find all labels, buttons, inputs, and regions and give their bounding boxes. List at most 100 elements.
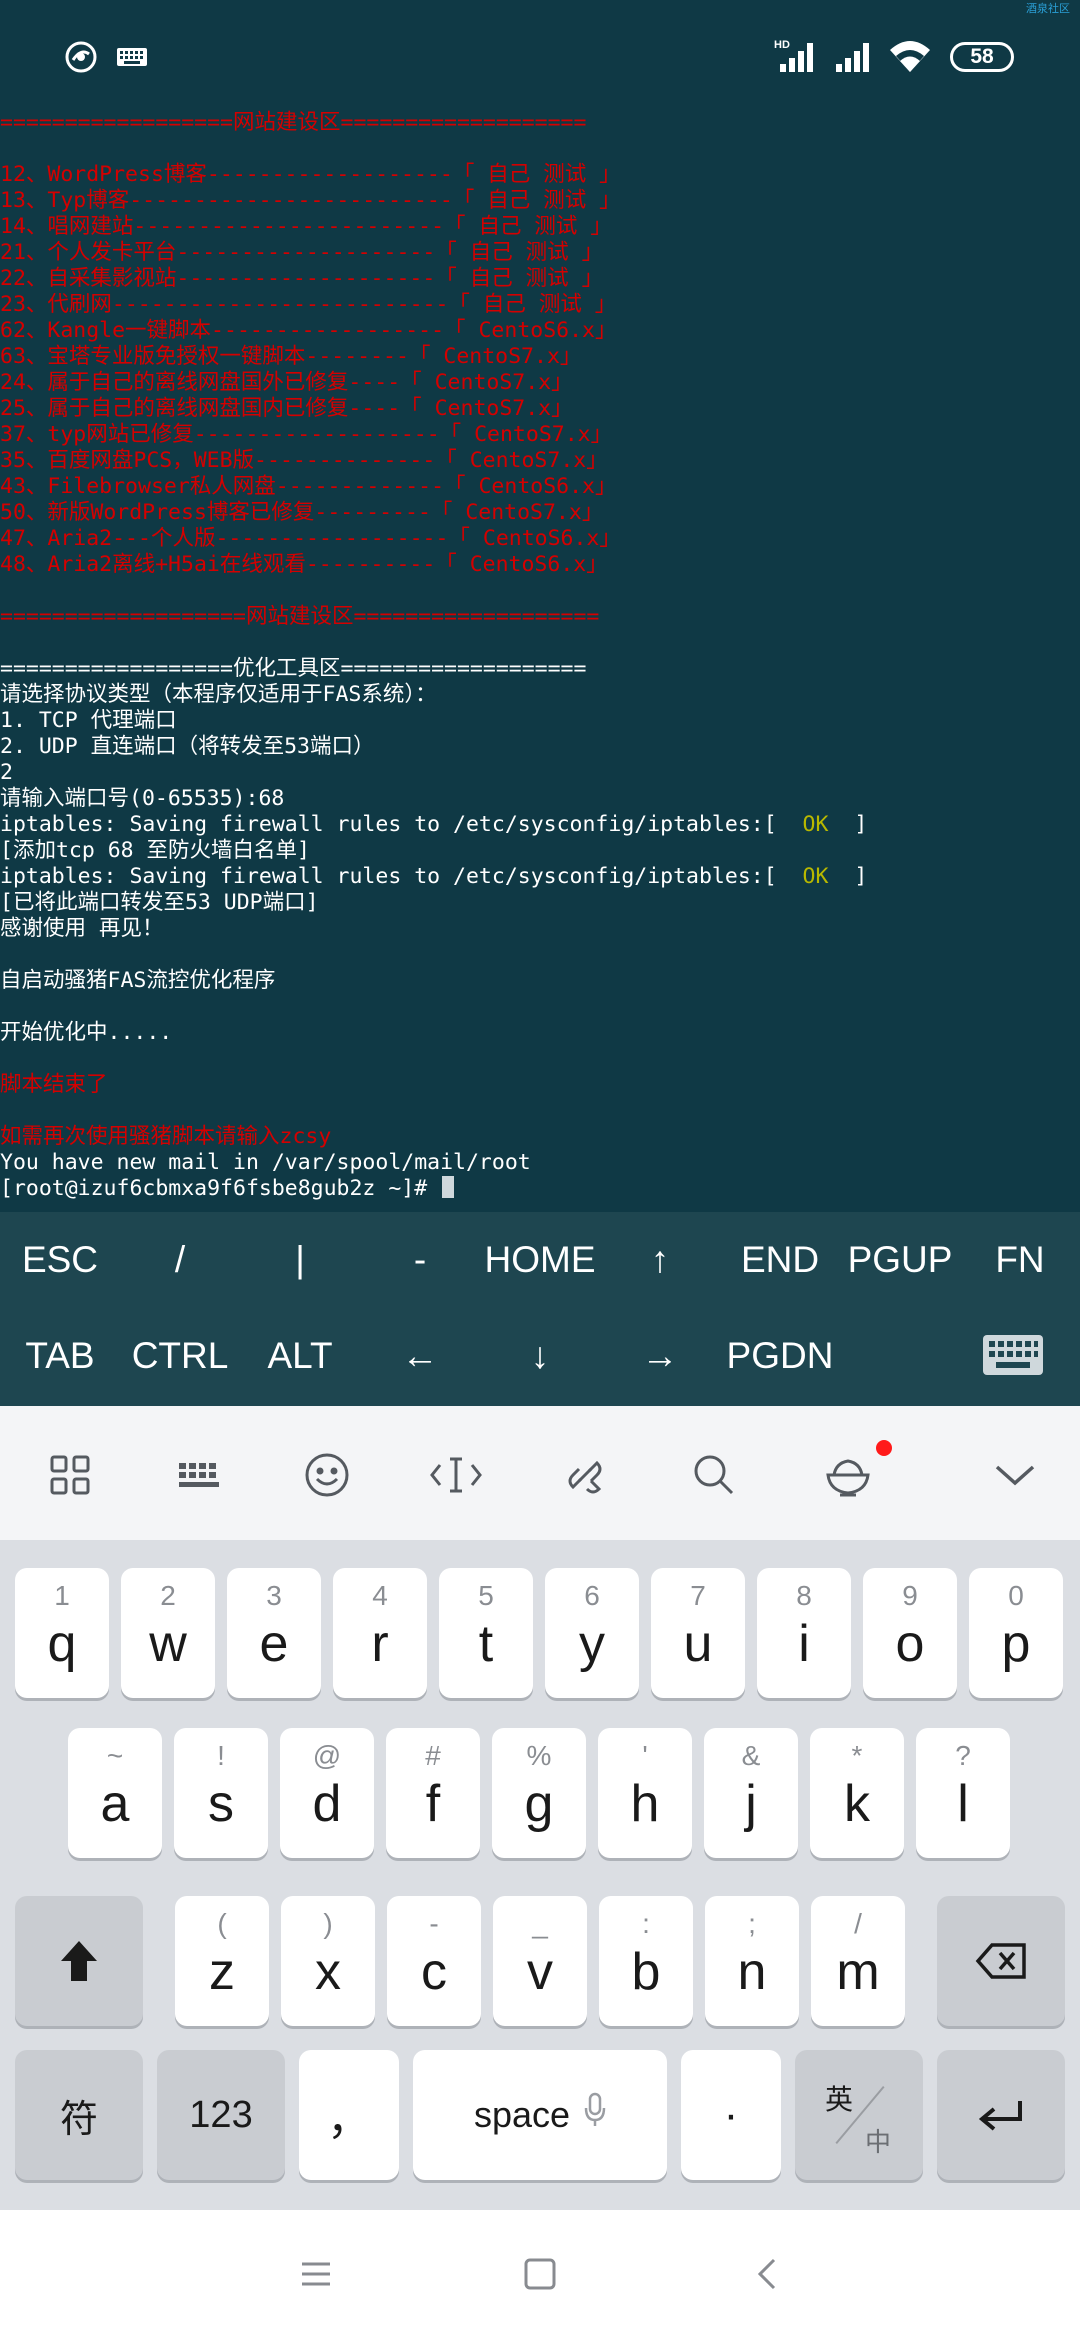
letter-key[interactable]: # f	[386, 1728, 480, 1858]
terminal-line-tail: ]	[828, 812, 868, 837]
grid-menu-icon[interactable]	[35, 1440, 105, 1510]
letter-key[interactable]: (z	[175, 1896, 269, 2026]
clipboard-link-icon[interactable]	[550, 1440, 620, 1510]
extra-key[interactable]: PGDN	[720, 1308, 840, 1404]
terminal-line-text: 2	[0, 760, 13, 785]
numbers-key[interactable]: 123	[157, 2050, 285, 2180]
letter-key[interactable]: ~ a	[68, 1728, 162, 1858]
key-letter: l	[957, 1775, 969, 1833]
rice-bowl-icon[interactable]	[813, 1440, 883, 1510]
letter-key[interactable]: ! s	[174, 1728, 268, 1858]
letter-key[interactable]: 0p	[969, 1568, 1063, 1698]
terminal-line: 63、宝塔专业版免授权一键脚本--------「 CentoS7.x」	[0, 344, 581, 370]
symbols-key[interactable]: 符	[15, 2050, 143, 2180]
terminal-line-text: 2. UDP 直连端口（将转发至53端口）	[0, 734, 375, 759]
letter-key[interactable]: * k	[810, 1728, 904, 1858]
extra-key[interactable]: ALT	[240, 1308, 360, 1404]
comma-key[interactable]: ，	[299, 2050, 399, 2180]
extra-key[interactable]: ←	[360, 1308, 480, 1404]
period-key[interactable]: ·	[681, 2050, 781, 2180]
letter-key[interactable]: ) x	[281, 1896, 375, 2026]
extra-key[interactable]: /	[120, 1212, 240, 1308]
period-key-label: ·	[723, 2090, 739, 2139]
key-hint: *	[851, 1740, 863, 1771]
terminal-line: 2. UDP 直连端口（将转发至53端口）	[0, 734, 375, 760]
terminal-line-text: 22、自采集影视站--------------------「 自己 测试 」	[0, 266, 604, 291]
collapse-chevron-icon[interactable]	[980, 1440, 1050, 1510]
extra-key[interactable]: PGUP	[840, 1212, 960, 1308]
extra-key[interactable]: ESC	[0, 1212, 120, 1308]
key-letter: w	[149, 1615, 187, 1673]
keyboard-toggle-icon[interactable]	[982, 1334, 1044, 1376]
battery-percent: 58	[970, 45, 994, 68]
terminal-line: 48、Aria2离线+H5ai在线观看----------「 CentoS6.x…	[0, 552, 608, 578]
extra-keys-bar: ESC / | - HOME ↑ END PGUP FN TAB CTRL ALT ← ↓ → PGDN	[0, 1212, 1080, 1406]
terminal-line-text: [添加tcp 68 至防火墙白名单]	[0, 838, 310, 863]
key-hint: !	[217, 1740, 225, 1771]
letter-key[interactable]: % g	[492, 1728, 586, 1858]
terminal-line: 22、自采集影视站--------------------「 自己 测试 」	[0, 266, 603, 292]
extra-key[interactable]: TAB	[0, 1308, 120, 1404]
key-letter: g	[524, 1775, 554, 1833]
letter-key[interactable]: 9o	[863, 1568, 957, 1698]
letter-key[interactable]: ; n	[705, 1896, 799, 2026]
terminal-cursor	[442, 1176, 455, 1198]
extra-key[interactable]: -	[360, 1212, 480, 1308]
terminal-line-text: 1. TCP 代理端口	[0, 708, 177, 733]
menu-icon[interactable]	[296, 2254, 336, 2294]
terminal-line: iptables: Saving firewall rules to /etc/…	[0, 812, 867, 838]
letter-key[interactable]: 3e	[227, 1568, 321, 1698]
keyboard-layout-icon[interactable]	[164, 1440, 234, 1510]
letter-key[interactable]: ' h	[598, 1728, 692, 1858]
emoji-icon[interactable]	[292, 1440, 362, 1510]
terminal-line: 37、typ网站已修复-------------------「 CentoS7.…	[0, 422, 612, 448]
extra-key[interactable]: FN	[960, 1212, 1080, 1308]
key-hint: )	[323, 1908, 333, 1939]
extra-key[interactable]: ↑	[600, 1212, 720, 1308]
battery-indicator: 58	[950, 42, 1014, 72]
terminal-line-text: 12、WordPress博客-------------------「 自己 测试…	[0, 162, 621, 187]
shift-key[interactable]	[15, 1896, 143, 2026]
terminal-line-text: 21、个人发卡平台--------------------「 自己 测试 」	[0, 240, 604, 265]
letter-key[interactable]: 2w	[121, 1568, 215, 1698]
back-icon[interactable]	[748, 2254, 788, 2294]
hd-signal-icon: HD	[774, 38, 820, 74]
letter-key[interactable]: :b	[599, 1896, 693, 2026]
backspace-key[interactable]	[937, 1896, 1065, 2026]
letter-key[interactable]: ? l	[916, 1728, 1010, 1858]
extra-key[interactable]: ↓	[480, 1308, 600, 1404]
key-letter: r	[371, 1615, 389, 1673]
letter-key[interactable]: / m	[811, 1896, 905, 2026]
letter-key[interactable]: 8i	[757, 1568, 851, 1698]
letter-key[interactable]: 4r	[333, 1568, 427, 1698]
letter-key[interactable]: 5t	[439, 1568, 533, 1698]
enter-key[interactable]	[937, 2050, 1065, 2180]
letter-key[interactable]: & j	[704, 1728, 798, 1858]
letter-key[interactable]: 1q	[15, 1568, 109, 1698]
key-letter: s	[208, 1775, 234, 1833]
extra-key[interactable]: →	[600, 1308, 720, 1404]
letter-key[interactable]: -c	[387, 1896, 481, 2026]
keyboard-icon	[116, 47, 148, 67]
extra-key[interactable]: |	[240, 1212, 360, 1308]
letter-key[interactable]: 7u	[651, 1568, 745, 1698]
extra-key[interactable]: CTRL	[120, 1308, 240, 1404]
home-icon[interactable]	[520, 2254, 560, 2294]
extra-key[interactable]: HOME	[480, 1212, 600, 1308]
cursor-move-icon[interactable]	[421, 1440, 491, 1510]
letter-key[interactable]: _ v	[493, 1896, 587, 2026]
terminal-line: ==================优化工具区=================…	[0, 656, 586, 682]
terminal-line-text: 自启动骚猪FAS流控优化程序	[0, 968, 276, 993]
terminal-line-text: 开始优化中.....	[0, 1020, 173, 1045]
terminal-line: 43、Filebrowser私人网盘-------------「 CentoS6…	[0, 474, 617, 500]
extra-key[interactable]: END	[720, 1212, 840, 1308]
key-letter: n	[737, 1943, 767, 2001]
terminal-line-text: 35、百度网盘PCS，WEB版--------------「 CentoS7.x…	[0, 448, 608, 473]
letter-key[interactable]: @ d	[280, 1728, 374, 1858]
letter-key[interactable]: 6y	[545, 1568, 639, 1698]
language-switch-key[interactable]: 英 中	[795, 2050, 923, 2180]
search-icon[interactable]	[679, 1440, 749, 1510]
terminal-output[interactable]: ==================网站建设区=================…	[0, 110, 1080, 1210]
space-key[interactable]: space	[413, 2050, 667, 2180]
key-hint: #	[425, 1740, 441, 1771]
